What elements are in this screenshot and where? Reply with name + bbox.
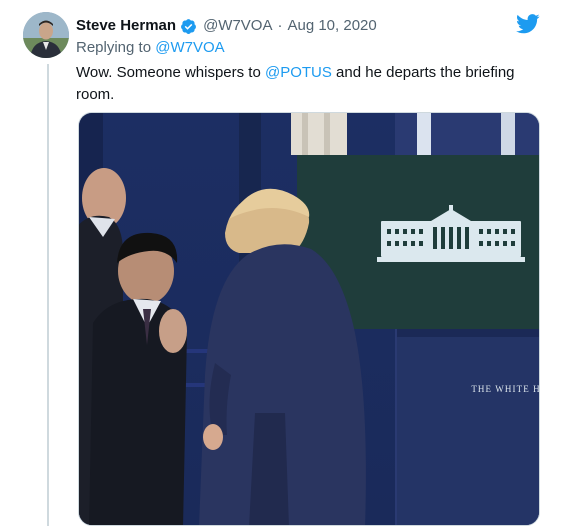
avatar[interactable] — [23, 12, 69, 58]
tweet-text-before: Wow. Someone whispers to — [76, 64, 265, 81]
author-handle[interactable]: @W7VOA — [203, 16, 272, 36]
tweet-card[interactable]: Steve Herman @W7VOA · Aug 10, 2020 Reply… — [0, 0, 583, 526]
thread-line — [47, 64, 49, 526]
tweet-media-image[interactable]: THE WHITE HOUSE — [78, 112, 540, 526]
twitter-bird-icon[interactable] — [516, 14, 540, 39]
author-display-name[interactable]: Steve Herman — [76, 16, 176, 36]
replying-to-line: Replying to @W7VOA — [76, 38, 225, 58]
potus-mention-link[interactable]: @POTUS — [265, 64, 332, 81]
tweet-header: Steve Herman @W7VOA · Aug 10, 2020 — [76, 15, 377, 37]
replying-to-label: Replying to — [76, 39, 156, 56]
header-separator: · — [277, 17, 283, 34]
reply-mention-link[interactable]: @W7VOA — [155, 39, 224, 56]
verified-badge-icon — [180, 18, 197, 35]
tweet-date[interactable]: Aug 10, 2020 — [287, 16, 376, 36]
media-scene — [79, 113, 539, 525]
tweet-text: Wow. Someone whispers to @POTUS and he d… — [76, 62, 532, 106]
white-house-caption: THE WHITE HOUSE — [471, 384, 540, 394]
